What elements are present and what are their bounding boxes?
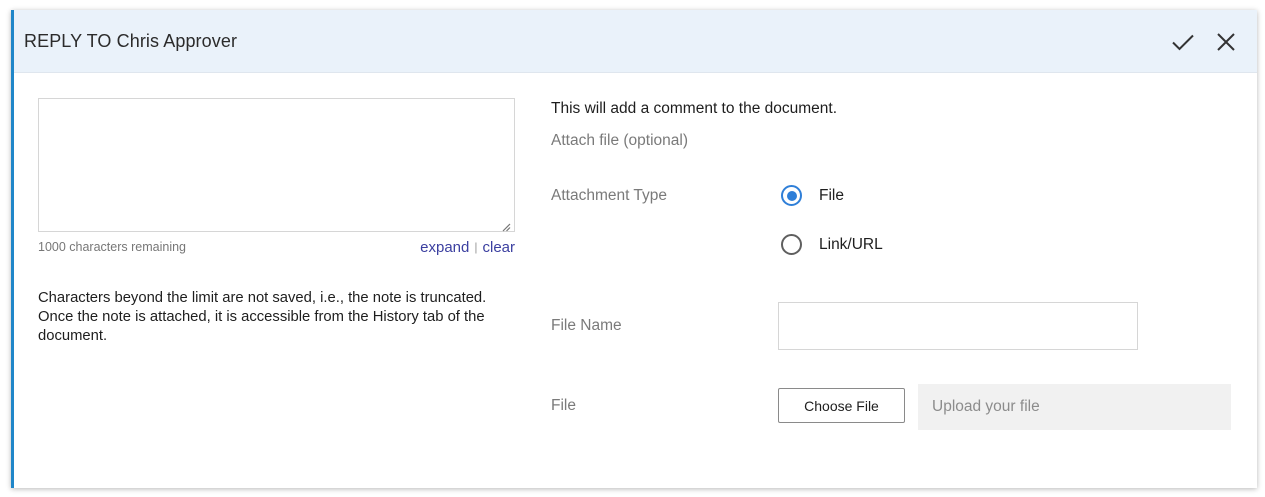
note-actions: expand | clear	[394, 239, 515, 256]
dialog-title: REPLY TO Chris Approver	[24, 31, 238, 51]
radio-link-url-button[interactable]	[781, 234, 802, 255]
radio-file-button[interactable]	[781, 185, 802, 206]
attachment-type-label: Attachment Type	[551, 187, 668, 204]
characters-remaining: 1000 characters remaining	[38, 240, 186, 254]
resize-grip-icon[interactable]	[502, 219, 511, 232]
attach-file-heading: Attach file (optional)	[551, 132, 688, 149]
note-textarea[interactable]	[39, 99, 514, 231]
note-textarea-container	[38, 98, 515, 232]
reply-dialog: REPLY TO Chris Approver 1000 characters …	[11, 10, 1257, 488]
radio-link-url-label: Link/URL	[819, 235, 883, 253]
upload-file-field[interactable]: Upload your file	[918, 384, 1231, 430]
clear-link[interactable]: clear	[482, 239, 515, 256]
file-name-input[interactable]	[778, 302, 1138, 350]
radio-file[interactable]: File	[781, 185, 844, 206]
dialog-header: REPLY TO Chris Approver	[14, 10, 1257, 73]
upload-placeholder: Upload your file	[932, 398, 1040, 415]
link-separator: |	[474, 240, 478, 254]
comment-notice: This will add a comment to the document.	[551, 100, 838, 117]
radio-link-url[interactable]: Link/URL	[781, 234, 883, 255]
checkmark-icon[interactable]	[1171, 30, 1195, 54]
choose-file-button[interactable]: Choose File	[778, 388, 905, 423]
expand-link[interactable]: expand	[420, 239, 469, 256]
radio-file-label: File	[819, 186, 844, 204]
close-icon[interactable]	[1214, 30, 1238, 54]
file-name-label: File Name	[551, 317, 622, 334]
truncation-info: Characters beyond the limit are not save…	[38, 290, 487, 344]
file-label: File	[551, 397, 576, 414]
